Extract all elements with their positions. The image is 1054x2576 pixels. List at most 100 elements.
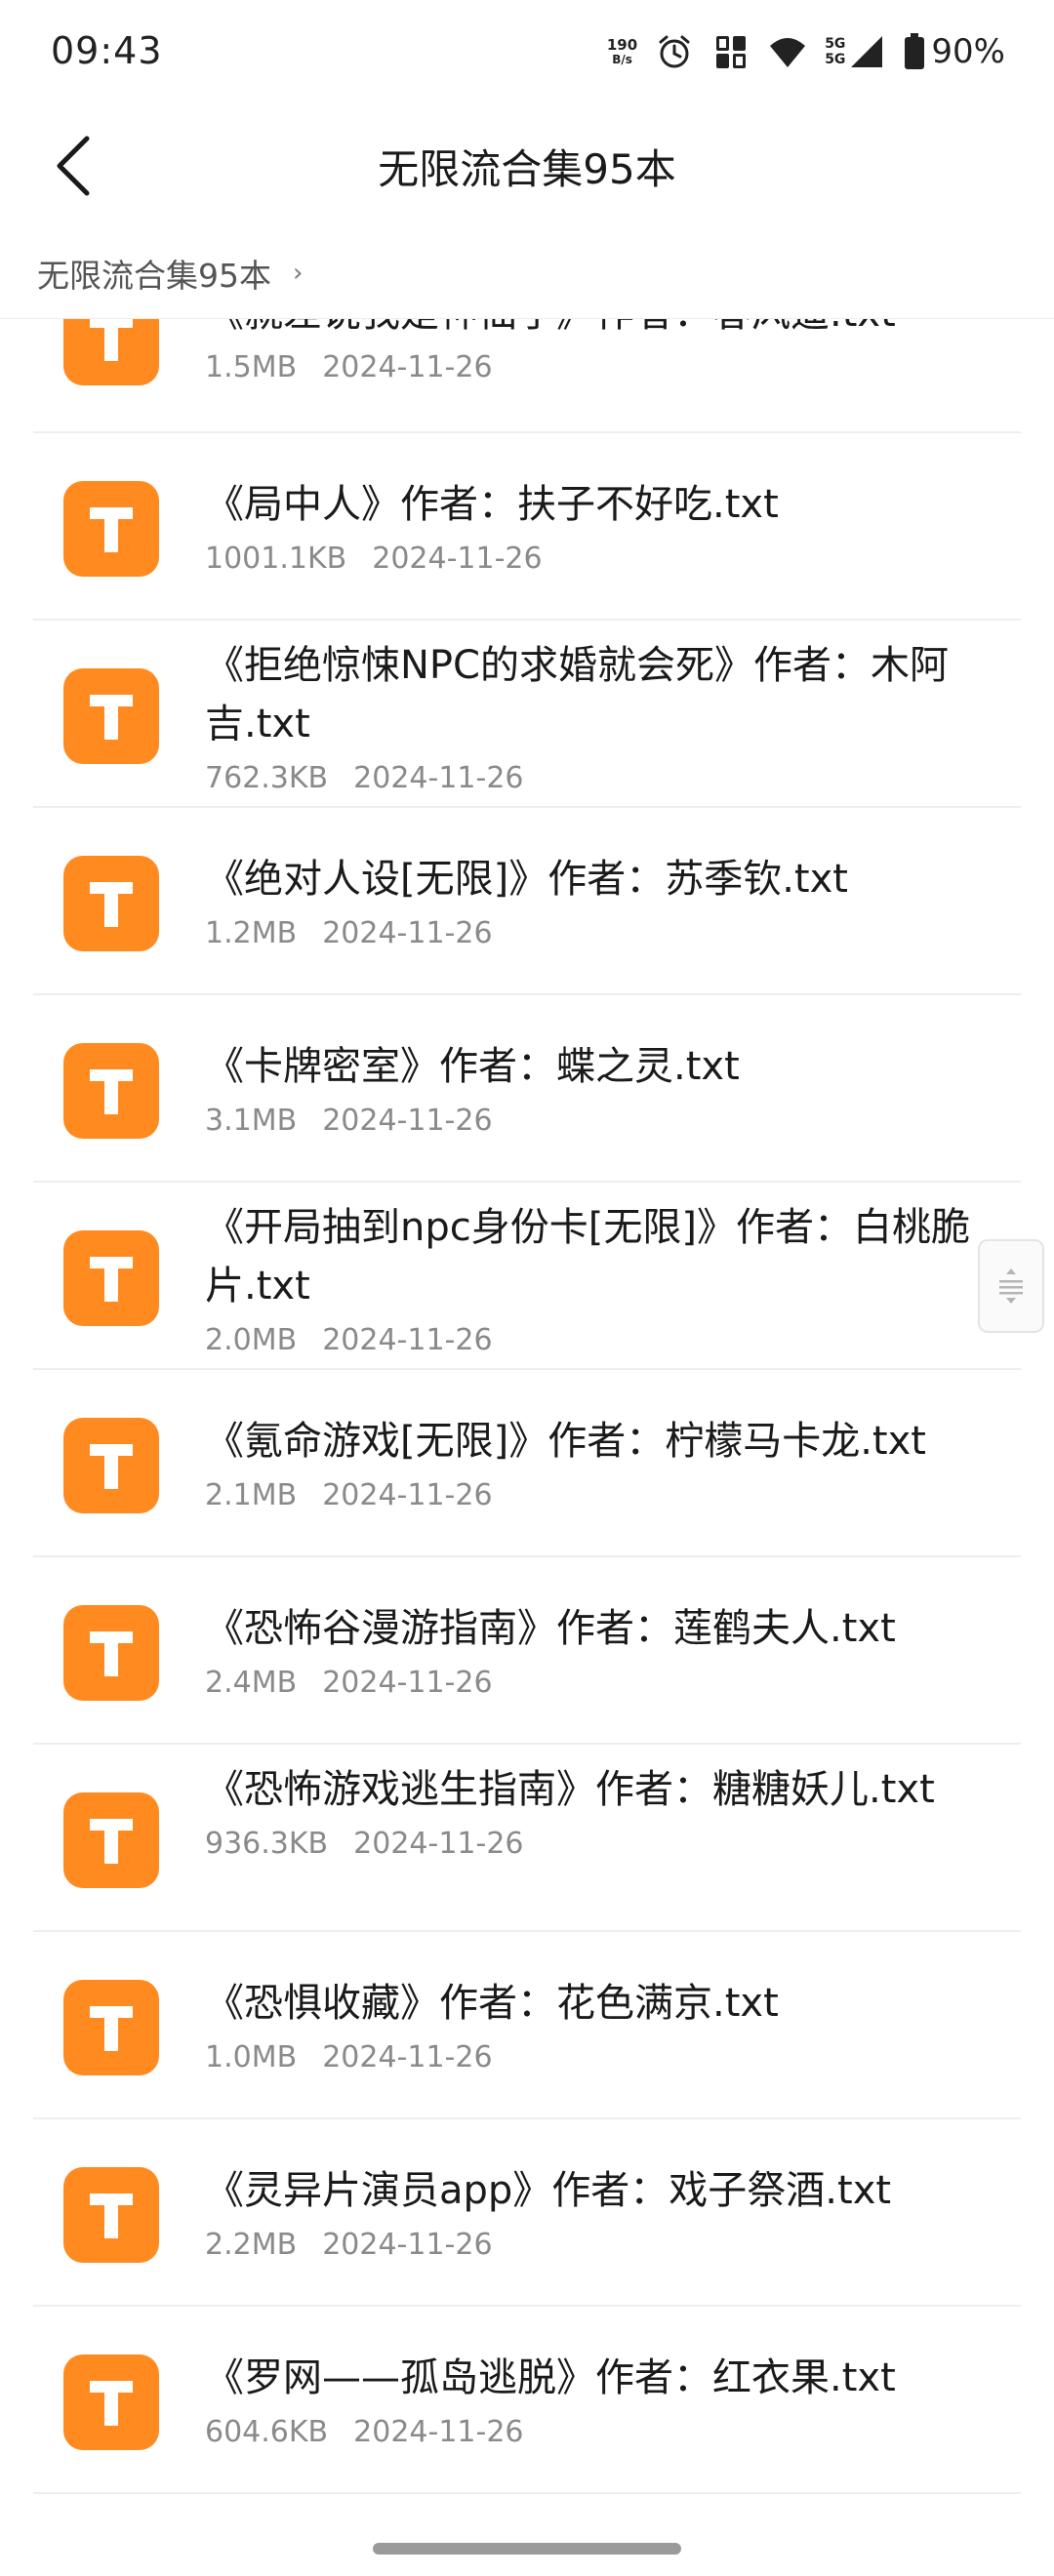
letter-t-glyph-icon (90, 1819, 133, 1864)
file-name: 《就差说我是神仙了》作者：春风遥.txt (205, 319, 992, 342)
file-size: 2.2MB (205, 2228, 298, 2262)
file-size: 1001.1KB (205, 542, 347, 576)
file-size: 762.3KB (205, 761, 329, 795)
txt-file-icon (63, 668, 159, 764)
file-date: 2024-11-26 (322, 2040, 493, 2074)
file-info: 《绝对人设[无限]》作者：苏季钦.txt 1.2MB 2024-11-26 (205, 850, 992, 955)
gesture-navigation-bar[interactable] (373, 2543, 681, 2555)
file-list-item[interactable]: 《恐怖谷漫游指南》作者：莲鹤夫人.txt 2.4MB 2024-11-26 (33, 1557, 1021, 1745)
network-speed-unit: B/s (612, 53, 632, 66)
page-title: 无限流合集95本 (378, 145, 676, 193)
file-date: 2024-11-26 (322, 1323, 493, 1357)
drag-handle-icon (999, 1268, 1023, 1304)
file-meta: 1001.1KB 2024-11-26 (205, 538, 992, 581)
wifi-icon (770, 38, 806, 67)
network-speed-value: 190 (606, 36, 638, 54)
nfc-icon (716, 36, 747, 68)
file-date: 2024-11-26 (353, 1827, 524, 1861)
file-list-item[interactable]: 《恐惧收藏》作者：花色满京.txt 1.0MB 2024-11-26 (33, 1932, 1021, 2119)
txt-file-icon (63, 1230, 159, 1326)
file-meta: 2.0MB 2024-11-26 (205, 1319, 992, 1362)
file-info: 《卡牌密室》作者：蝶之灵.txt 3.1MB 2024-11-26 (205, 1037, 992, 1143)
letter-t-glyph-icon (90, 1444, 133, 1489)
file-info: 《局中人》作者：扶子不好吃.txt 1001.1KB 2024-11-26 (205, 475, 992, 581)
file-name: 《氪命游戏[无限]》作者：柠檬马卡龙.txt (205, 1419, 926, 1464)
txt-file-icon (63, 1418, 159, 1513)
file-name: 《拒绝惊悚NPC的求婚就会死》作者：木阿吉.txt (205, 643, 949, 746)
file-size: 1.5MB (205, 350, 298, 384)
breadcrumb: 无限流合集95本 › (37, 244, 303, 302)
file-list-item[interactable]: 《局中人》作者：扶子不好吃.txt 1001.1KB 2024-11-26 (33, 433, 1021, 621)
battery-percentage: 90% (931, 32, 1005, 71)
file-meta: 1.0MB 2024-11-26 (205, 2036, 992, 2079)
battery-status: 90% (904, 32, 1005, 71)
signal-labels: 5G 5G (825, 36, 845, 67)
file-name: 《恐怖游戏逃生指南》作者：糖糖妖儿.txt (205, 1767, 935, 1812)
file-list-item[interactable]: 《灵异片演员app》作者：戏子祭酒.txt 2.2MB 2024-11-26 (33, 2119, 1021, 2307)
letter-t-glyph-icon (90, 2381, 133, 2426)
txt-file-icon (63, 1043, 159, 1139)
file-size: 2.1MB (205, 1478, 298, 1512)
file-name: 《开局抽到npc身份卡[无限]》作者：白桃脆片.txt (205, 1205, 970, 1308)
file-date: 2024-11-26 (322, 2228, 493, 2262)
file-name: 《恐怖谷漫游指南》作者：莲鹤夫人.txt (205, 1606, 896, 1651)
letter-t-glyph-icon (90, 1257, 133, 1302)
letter-t-glyph-icon (90, 1069, 133, 1114)
signal-label-sim1: 5G (825, 36, 846, 52)
network-speed: 190 B/s (607, 37, 637, 66)
file-meta: 1.5MB 2024-11-26 (205, 346, 992, 389)
file-info: 《恐怖谷漫游指南》作者：莲鹤夫人.txt 2.4MB 2024-11-26 (205, 1599, 992, 1705)
chevron-right-icon: › (293, 259, 304, 288)
file-size: 1.0MB (205, 2040, 298, 2074)
txt-file-icon (63, 2167, 159, 2263)
txt-file-icon (63, 1980, 159, 2075)
file-size: 1.2MB (205, 916, 298, 950)
file-size: 2.4MB (205, 1666, 298, 1700)
file-meta: 604.6KB 2024-11-26 (205, 2411, 992, 2454)
txt-file-icon (63, 1792, 159, 1888)
file-date: 2024-11-26 (322, 1666, 493, 1700)
signal-bars-icon (851, 36, 883, 67)
breadcrumb-item-current[interactable]: 无限流合集95本 (37, 250, 271, 297)
file-name: 《卡牌密室》作者：蝶之灵.txt (205, 1044, 740, 1089)
file-date: 2024-11-26 (322, 1478, 493, 1512)
file-list-item[interactable]: 《就差说我是神仙了》作者：春风遥.txt 1.5MB 2024-11-26 (33, 319, 1021, 433)
file-meta: 2.1MB 2024-11-26 (205, 1474, 992, 1517)
txt-file-icon (63, 2355, 159, 2450)
file-list-item[interactable]: 《卡牌密室》作者：蝶之灵.txt 3.1MB 2024-11-26 (33, 995, 1021, 1183)
file-list-item[interactable]: 《绝对人设[无限]》作者：苏季钦.txt 1.2MB 2024-11-26 (33, 808, 1021, 995)
file-meta: 2.4MB 2024-11-26 (205, 1662, 992, 1705)
file-meta: 936.3KB 2024-11-26 (205, 1823, 992, 1866)
file-name: 《恐惧收藏》作者：花色满京.txt (205, 1981, 779, 2026)
file-list-item[interactable]: 《氪命游戏[无限]》作者：柠檬马卡龙.txt 2.1MB 2024-11-26 (33, 1370, 1021, 1557)
file-meta: 2.2MB 2024-11-26 (205, 2224, 992, 2267)
txt-file-icon (63, 481, 159, 577)
app-header: 无限流合集95本 (0, 107, 1054, 229)
file-list-item[interactable]: 《恐怖游戏逃生指南》作者：糖糖妖儿.txt 936.3KB 2024-11-26 (33, 1745, 1021, 1932)
status-bar: 09:43 190 B/s 5G 5G 90% (0, 0, 1054, 107)
file-list-item[interactable]: 《开局抽到npc身份卡[无限]》作者：白桃脆片.txt 2.0MB 2024-11-… (33, 1183, 1021, 1370)
fast-scroll-handle[interactable] (978, 1239, 1044, 1333)
letter-t-glyph-icon (90, 507, 133, 552)
signal-label-sim2: 5G (825, 52, 846, 67)
letter-t-glyph-icon (90, 882, 133, 927)
file-size: 2.0MB (205, 1323, 298, 1357)
file-info: 《开局抽到npc身份卡[无限]》作者：白桃脆片.txt 2.0MB 2024-11-… (205, 1198, 992, 1362)
file-list-item[interactable]: 《拒绝惊悚NPC的求婚就会死》作者：木阿吉.txt 762.3KB 2024-11-… (33, 621, 1021, 808)
alarm-icon (659, 35, 690, 68)
file-meta: 762.3KB 2024-11-26 (205, 757, 992, 800)
file-meta: 3.1MB 2024-11-26 (205, 1100, 992, 1143)
file-date: 2024-11-26 (353, 2415, 524, 2449)
file-info: 《恐惧收藏》作者：花色满京.txt 1.0MB 2024-11-26 (205, 1974, 992, 2079)
letter-t-glyph-icon (90, 1631, 133, 1676)
file-name: 《局中人》作者：扶子不好吃.txt (205, 482, 779, 527)
file-info: 《灵异片演员app》作者：戏子祭酒.txt 2.2MB 2024-11-26 (205, 2161, 992, 2267)
cellular-signal: 5G 5G (825, 32, 886, 71)
letter-t-glyph-icon (90, 695, 133, 740)
file-name: 《罗网——孤岛逃脱》作者：红衣果.txt (205, 2355, 896, 2400)
battery-icon (905, 33, 925, 69)
letter-t-glyph-icon (90, 2006, 133, 2051)
file-date: 2024-11-26 (322, 1104, 493, 1138)
file-list-item[interactable]: 《罗网——孤岛逃脱》作者：红衣果.txt 604.6KB 2024-11-26 (33, 2307, 1021, 2494)
file-list[interactable]: 《就差说我是神仙了》作者：春风遥.txt1.5MB2024-11-26《局中人》… (0, 319, 1054, 2576)
